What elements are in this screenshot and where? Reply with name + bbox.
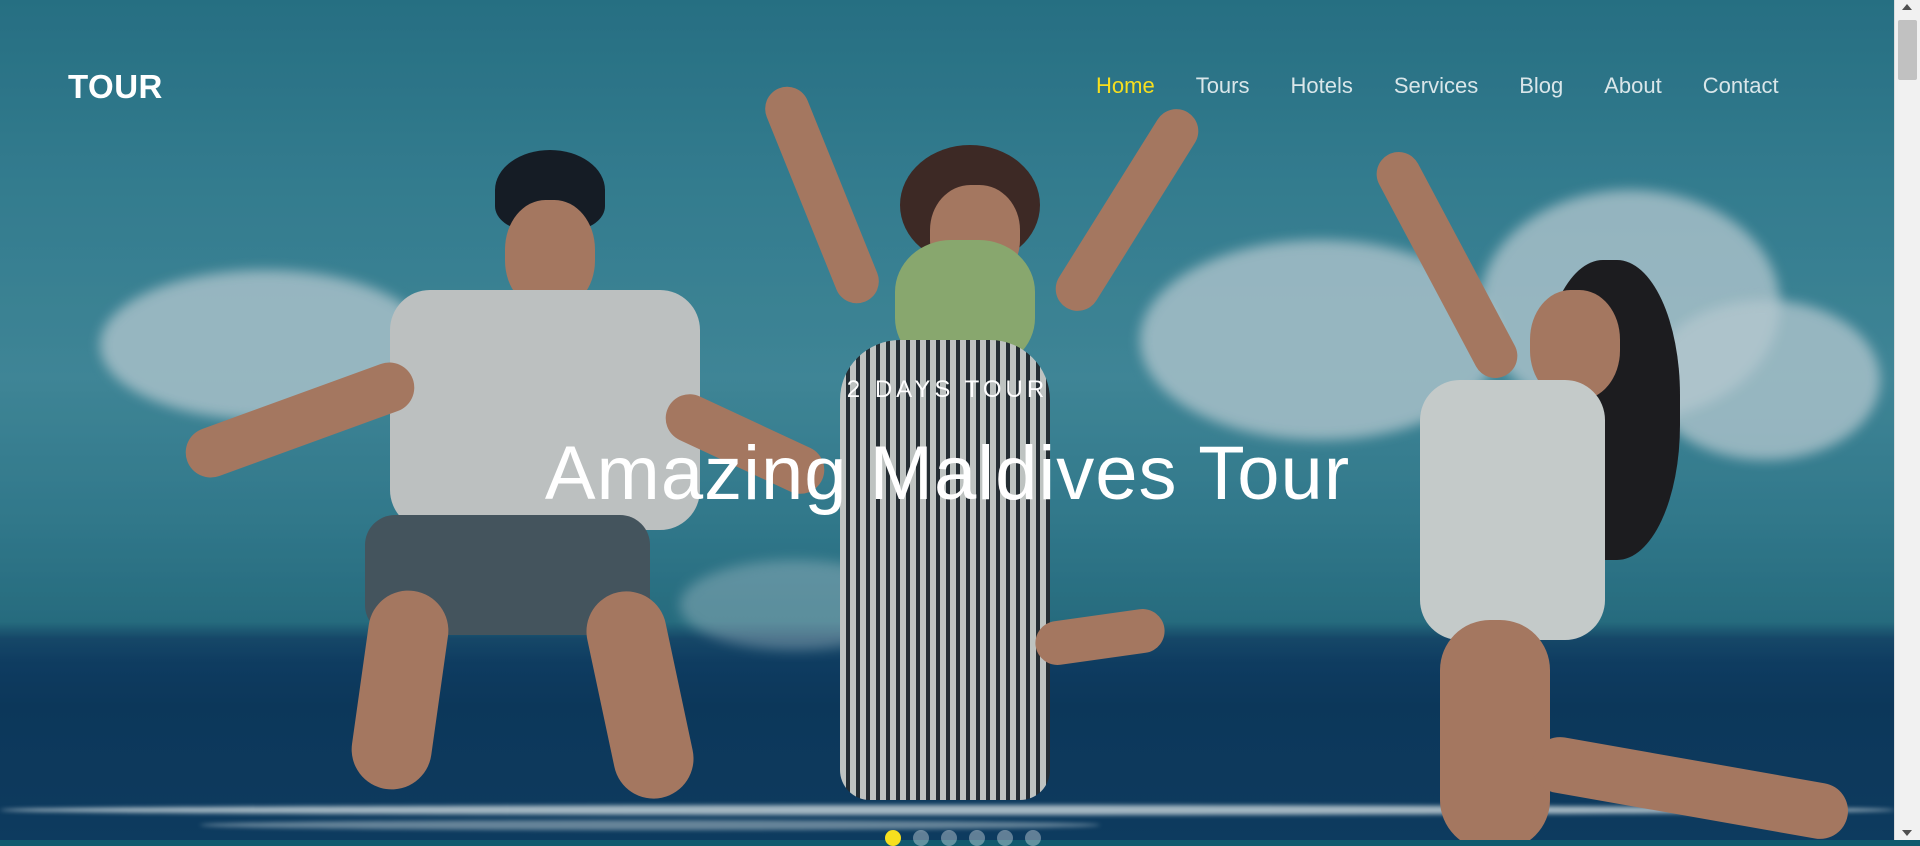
hero-banner <box>0 0 1895 840</box>
main-nav: Home Tours Hotels Services Blog About Co… <box>1096 73 1779 99</box>
slider-dot[interactable] <box>885 830 901 846</box>
hero-title: Amazing Maldives Tour <box>544 431 1351 516</box>
slider-dot[interactable] <box>941 830 957 846</box>
slider-dot[interactable] <box>1025 830 1041 846</box>
nav-services[interactable]: Services <box>1394 73 1478 99</box>
nav-contact[interactable]: Contact <box>1703 73 1779 99</box>
nav-blog[interactable]: Blog <box>1519 73 1563 99</box>
nav-tours[interactable]: Tours <box>1196 73 1250 99</box>
slider-dot[interactable] <box>913 830 929 846</box>
site-logo[interactable]: TOUR <box>68 68 163 106</box>
slider-dot[interactable] <box>997 830 1013 846</box>
slider-dot[interactable] <box>969 830 985 846</box>
scroll-down-arrow-icon[interactable] <box>1902 830 1912 836</box>
scroll-up-arrow-icon[interactable] <box>1902 4 1912 10</box>
hero-overlay <box>0 0 1895 840</box>
scroll-thumb[interactable] <box>1898 20 1917 80</box>
hero-subtitle: 2 DAYS TOUR <box>846 376 1049 403</box>
nav-hotels[interactable]: Hotels <box>1290 73 1352 99</box>
nav-home[interactable]: Home <box>1096 73 1155 99</box>
page-scrollbar[interactable] <box>1894 0 1920 840</box>
slider-pagination <box>885 830 1041 846</box>
nav-about[interactable]: About <box>1604 73 1662 99</box>
